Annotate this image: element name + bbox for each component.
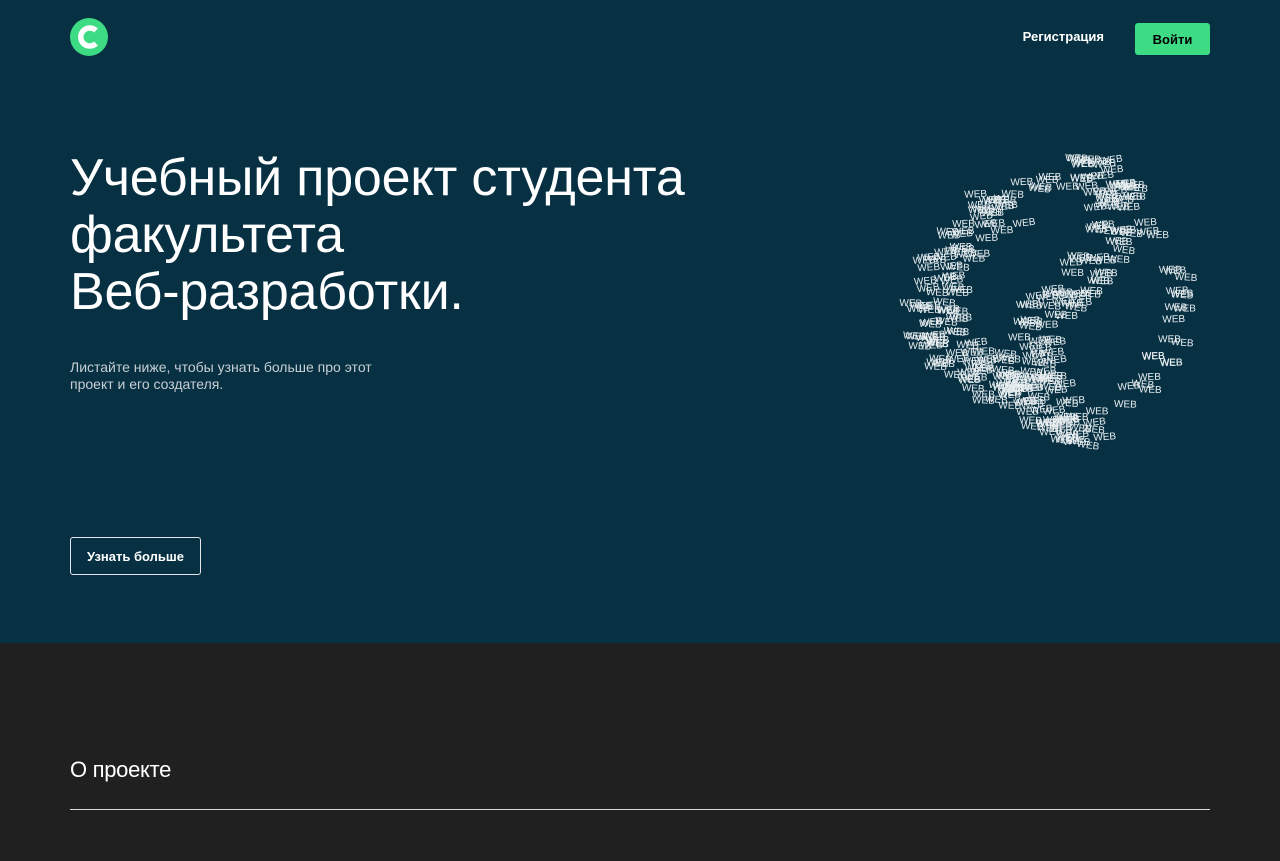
web-word: WEB: [1012, 217, 1036, 231]
web-word: WEB: [1086, 406, 1109, 417]
web-word: WEB: [1075, 180, 1099, 193]
web-word: WEB: [1088, 155, 1112, 168]
web-word: WEB: [1111, 195, 1134, 206]
logo-c-icon: [78, 25, 98, 49]
web-word: WEB: [1163, 265, 1187, 278]
web-word: WEB: [926, 287, 950, 299]
web-word: WEB: [1049, 424, 1073, 437]
web-word: WEB: [1171, 288, 1195, 300]
web-word: WEB: [1139, 384, 1162, 396]
hero-title-line: Веб-разработки.: [70, 263, 464, 321]
learn-more-button[interactable]: Узнать больше: [70, 537, 201, 575]
web-word: WEB: [1090, 276, 1113, 288]
web-word: WEB: [920, 316, 944, 329]
hero-title-line: Учебный проект студента: [70, 149, 685, 207]
web-word: WEB: [934, 246, 958, 259]
about-section: О проекте: [0, 643, 1280, 861]
web-globe-illustration: WEBWEBWEBWEBWEBWEBWEBWEBWEBWEBWEBWEBWEBW…: [899, 153, 1198, 453]
web-word: WEB: [1033, 366, 1057, 379]
web-word: WEB: [1120, 228, 1144, 241]
web-word: WEB: [1142, 351, 1166, 363]
login-button[interactable]: Войти: [1135, 23, 1210, 55]
web-word: WEB: [1085, 224, 1108, 235]
web-word: WEB: [1041, 283, 1065, 296]
web-word: WEB: [1012, 316, 1036, 329]
about-title: О проекте: [70, 757, 172, 782]
web-word: WEB: [1016, 299, 1040, 311]
web-word: WEB: [1055, 311, 1078, 322]
web-word: WEB: [1060, 257, 1083, 269]
web-word: WEB: [936, 306, 959, 317]
logo[interactable]: [70, 18, 108, 56]
web-word: WEB: [965, 372, 988, 384]
web-word: WEB: [1146, 230, 1169, 241]
web-word: WEB: [972, 389, 995, 400]
hero-title-line: факультета: [70, 206, 344, 264]
divider: [70, 809, 1210, 810]
web-word: WEB: [1061, 267, 1084, 279]
web-word: WEB: [899, 298, 922, 310]
web-word: WEB: [1114, 399, 1137, 411]
web-word: WEB: [1162, 314, 1185, 326]
web-word: WEB: [1173, 303, 1196, 314]
web-word: WEB: [1069, 297, 1093, 311]
web-word: WEB: [1010, 177, 1034, 189]
web-word: WEB: [1067, 436, 1091, 448]
hero-section: Регистрация Войти Учебный проект студент…: [0, 0, 1280, 643]
web-word: WEB: [1138, 372, 1161, 383]
web-word: WEB: [1039, 334, 1062, 346]
web-word: WEB: [1158, 334, 1181, 345]
web-word: WEB: [950, 228, 974, 241]
web-word: WEB: [1107, 254, 1131, 267]
hero-title: Учебный проект студента факультета Веб-р…: [70, 150, 770, 321]
web-word: WEB: [926, 335, 950, 348]
hero-description: Листайте ниже, чтобы узнать больше про э…: [70, 359, 372, 392]
site-header: Регистрация Войти: [70, 18, 1210, 56]
web-word: WEB: [1039, 172, 1062, 183]
register-link[interactable]: Регистрация: [1023, 29, 1104, 44]
